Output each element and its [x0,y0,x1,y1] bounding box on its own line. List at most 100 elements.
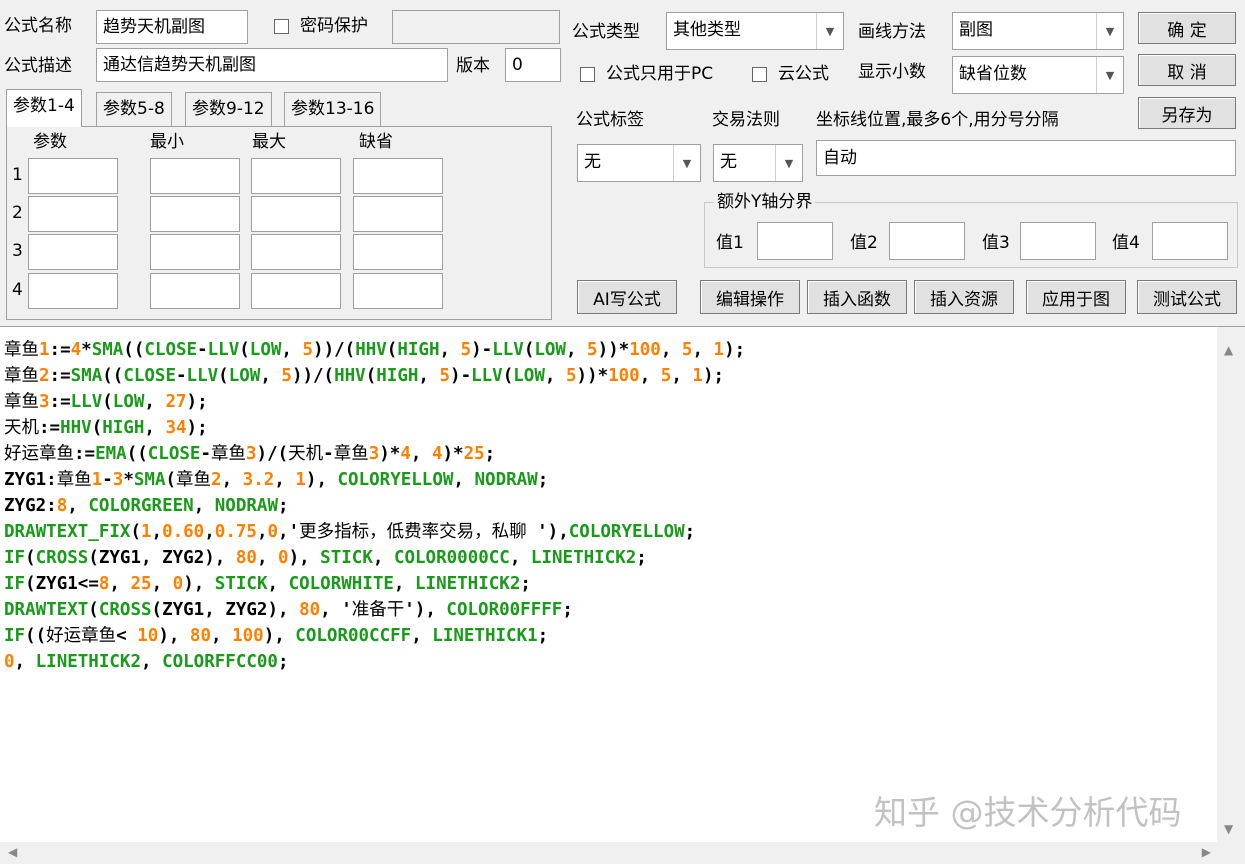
code-line: IF(CROSS(ZYG1, ZYG2), 80, 0), STICK, COL… [4,548,647,568]
draw-method-label: 画线方法 [858,22,926,42]
cloud-checkbox[interactable] [752,67,767,82]
y-bound-2-label: 值2 [850,233,878,253]
param-2-name[interactable] [28,196,118,232]
chevron-down-icon: ▼ [816,13,843,49]
tab-params-5-8[interactable]: 参数5-8 [96,92,172,126]
code-line: 好运章鱼:=EMA((CLOSE-章鱼3)/(天机-章鱼3)*4, 4)*25; [4,444,496,464]
param-1-max[interactable] [251,158,341,194]
insert-resource-button[interactable]: 插入资源 [914,280,1014,314]
param-3-max[interactable] [251,234,341,270]
decimal-value: 缺省位数 [959,64,1027,84]
param-col-max: 最大 [252,132,286,152]
params-panel: 参数 最小 最大 缺省 1 2 3 4 [6,126,552,320]
formula-type-label: 公式类型 [572,22,640,42]
insert-function-button[interactable]: 插入函数 [807,280,907,314]
param-row-label: 3 [12,241,23,261]
formula-tag-value: 无 [584,152,601,172]
code-editor[interactable]: 章鱼1:=4*SMA((CLOSE-LLV(LOW, 5))/(HHV(HIGH… [0,326,1245,864]
formula-tag-select[interactable]: 无 ▼ [577,144,701,182]
y-bound-4-label: 值4 [1112,233,1140,253]
code-line: 章鱼1:=4*SMA((CLOSE-LLV(LOW, 5))/(HHV(HIGH… [4,340,746,360]
param-2-min[interactable] [150,196,240,232]
trade-rule-label: 交易法则 [712,110,780,130]
save-as-button[interactable]: 另存为 [1138,97,1236,129]
chevron-down-icon: ▼ [1096,57,1123,93]
param-4-min[interactable] [150,273,240,309]
y-bound-4-input[interactable] [1152,222,1228,260]
formula-tag-label: 公式标签 [576,110,644,130]
formula-name-label: 公式名称 [4,16,72,36]
horizontal-scrollbar[interactable]: ◀ ▶ [0,842,1245,864]
param-col-min: 最小 [150,132,184,152]
axis-position-input[interactable]: 自动 [816,140,1236,176]
y-bound-1-input[interactable] [757,222,833,260]
scroll-left-icon[interactable]: ◀ [8,845,17,859]
trade-rule-select[interactable]: 无 ▼ [713,144,803,182]
draw-method-select[interactable]: 副图 ▼ [952,12,1124,50]
param-4-name[interactable] [28,273,118,309]
pc-only-checkbox[interactable] [580,67,595,82]
ok-button[interactable]: 确 定 [1138,12,1236,44]
y-bound-2-input[interactable] [889,222,965,260]
decimal-label: 显示小数 [858,62,926,82]
code-line: 章鱼3:=LLV(LOW, 27); [4,392,208,412]
scroll-up-icon[interactable]: ▲ [1224,343,1233,357]
formula-desc-input[interactable]: 通达信趋势天机副图 [96,48,448,82]
cloud-label: 云公式 [778,64,829,84]
code-text[interactable]: 章鱼1:=4*SMA((CLOSE-LLV(LOW, 5))/(HHV(HIGH… [4,337,1215,675]
draw-method-value: 副图 [959,20,993,40]
password-input[interactable] [392,10,560,44]
code-line: DRAWTEXT(CROSS(ZYG1, ZYG2), 80, '准备干'), … [4,600,573,620]
y-bound-label: 额外Y轴分界 [714,190,816,214]
y-bound-1-label: 值1 [716,233,744,253]
apply-to-chart-button[interactable]: 应用于图 [1026,280,1126,314]
decimal-select[interactable]: 缺省位数 ▼ [952,56,1124,94]
formula-type-value: 其他类型 [673,20,741,40]
y-bound-3-input[interactable] [1020,222,1096,260]
y-bound-3-label: 值3 [982,233,1010,253]
param-1-default[interactable] [353,158,443,194]
password-checkbox[interactable] [274,19,289,34]
test-formula-button[interactable]: 测试公式 [1137,280,1237,314]
param-1-name[interactable] [28,158,118,194]
chevron-down-icon: ▼ [1096,13,1123,49]
code-line: ZYG1:章鱼1-3*SMA(章鱼2, 3.2, 1), COLORYELLOW… [4,470,549,490]
scroll-down-icon[interactable]: ▼ [1224,822,1233,836]
password-label: 密码保护 [300,16,368,36]
ai-write-button[interactable]: AI写公式 [577,280,677,314]
cancel-button[interactable]: 取 消 [1138,54,1236,86]
code-line: IF(ZYG1<=8, 25, 0), STICK, COLORWHITE, L… [4,574,531,594]
watermark: 知乎 @技术分析代码 [874,793,1182,832]
param-3-min[interactable] [150,234,240,270]
scroll-right-icon[interactable]: ▶ [1202,845,1211,859]
param-3-name[interactable] [28,234,118,270]
pc-only-label: 公式只用于PC [606,64,714,84]
code-line: 天机:=HHV(HIGH, 34); [4,418,208,438]
code-line: IF((好运章鱼< 10), 80, 100), COLOR00CCFF, LI… [4,626,549,646]
param-3-default[interactable] [353,234,443,270]
vertical-scrollbar[interactable]: ▲ ▼ [1217,327,1245,842]
param-row-label: 4 [12,280,23,300]
version-input[interactable]: 0 [505,48,561,82]
param-4-max[interactable] [251,273,341,309]
code-line: 0, LINETHICK2, COLORFFCC00; [4,652,289,672]
param-2-max[interactable] [251,196,341,232]
param-col-name: 参数 [33,132,67,152]
param-2-default[interactable] [353,196,443,232]
formula-desc-label: 公式描述 [4,56,72,76]
edit-ops-button[interactable]: 编辑操作 [700,280,800,314]
code-line: 章鱼2:=SMA((CLOSE-LLV(LOW, 5))/(HHV(HIGH, … [4,366,725,386]
formula-name-input[interactable]: 趋势天机副图 [96,10,248,44]
code-line: ZYG2:8, COLORGREEN, NODRAW; [4,496,289,516]
tab-params-9-12[interactable]: 参数9-12 [185,92,272,126]
tab-params-1-4[interactable]: 参数1-4 [6,89,82,127]
param-row-label: 2 [12,203,23,223]
trade-rule-value: 无 [720,152,737,172]
param-4-default[interactable] [353,273,443,309]
param-1-min[interactable] [150,158,240,194]
formula-type-select[interactable]: 其他类型 ▼ [666,12,844,50]
version-label: 版本 [456,56,490,76]
tab-params-13-16[interactable]: 参数13-16 [284,92,382,126]
chevron-down-icon: ▼ [775,145,802,181]
param-row-label: 1 [12,165,23,185]
